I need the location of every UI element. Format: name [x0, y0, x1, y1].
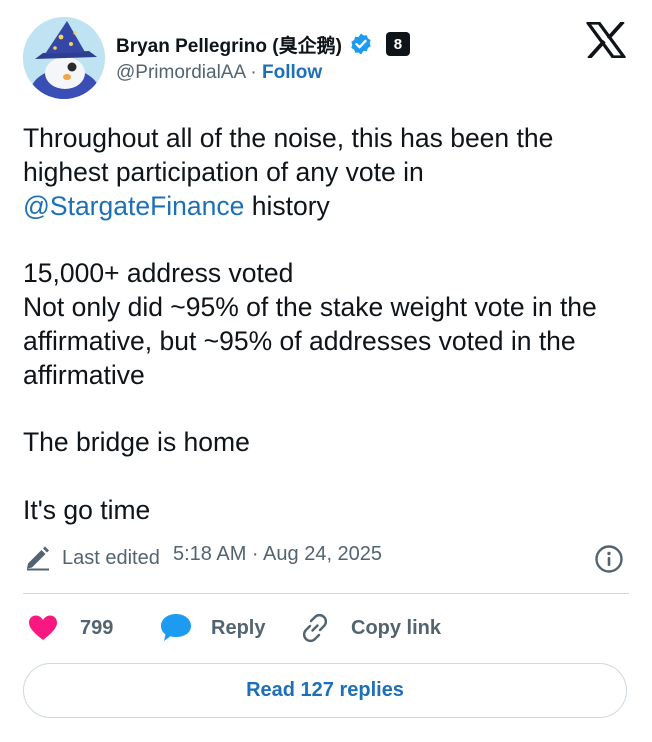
author-name[interactable]: Bryan Pellegrino (臭企鹅): [116, 31, 342, 58]
author-name-row: Bryan Pellegrino (臭企鹅) 8: [116, 30, 410, 58]
copy-link-label: Copy link: [351, 616, 442, 639]
tweet-text-part: history: [244, 190, 330, 221]
tweet-text-part: Throughout all of the noise, this has be…: [23, 123, 554, 187]
action-bar: 799 Reply Copy link: [28, 610, 628, 646]
follow-button[interactable]: Follow: [262, 62, 322, 83]
tweet-meta: Last edited 5:18 AM · Aug 24, 2025: [24, 540, 630, 574]
pencil-icon: [27, 546, 49, 571]
tweet-paragraph-1: Throughout all of the noise, this has be…: [23, 122, 623, 223]
author-handle[interactable]: @PrimordialAA: [116, 62, 245, 83]
tweet-paragraph-4: It's go time: [23, 494, 151, 525]
copy-link-button[interactable]: Copy link: [299, 610, 441, 646]
reply-bubble-icon: [161, 614, 191, 641]
tweet-paragraph-3: The bridge is home: [23, 427, 250, 458]
last-edited-label[interactable]: Last edited: [62, 547, 160, 570]
verified-badge-icon: [351, 33, 371, 55]
reply-button[interactable]: Reply: [159, 610, 265, 646]
heart-icon: [29, 615, 57, 640]
avatar[interactable]: [23, 17, 105, 99]
tweet-timestamp[interactable]: 5:18 AM · Aug 24, 2025: [173, 543, 382, 566]
mention-link[interactable]: @StargateFinance: [23, 191, 244, 221]
tweet-text: Throughout all of the noise, this has be…: [23, 122, 623, 528]
wizard-penguin-avatar-icon: [23, 17, 105, 99]
tweet-card: Bryan Pellegrino (臭企鹅) 8 @PrimordialAA ·…: [0, 0, 652, 742]
divider: [23, 593, 629, 594]
reply-label: Reply: [211, 616, 266, 639]
link-icon: [302, 613, 328, 643]
info-icon[interactable]: [594, 544, 624, 574]
like-button[interactable]: 799: [28, 610, 113, 646]
handle-row: @PrimordialAA · Follow: [116, 62, 322, 84]
affiliate-badge-icon[interactable]: 8: [385, 32, 410, 56]
tweet-paragraph-2-line-2: Not only did ~95% of the stake weight vo…: [23, 291, 597, 390]
handle-separator: ·: [250, 62, 257, 83]
x-logo-icon[interactable]: [586, 22, 626, 58]
like-count: 799: [80, 616, 114, 639]
read-replies-button[interactable]: Read 127 replies: [23, 663, 627, 718]
tweet-paragraph-2-line-1: 15,000+ address voted: [23, 258, 294, 289]
